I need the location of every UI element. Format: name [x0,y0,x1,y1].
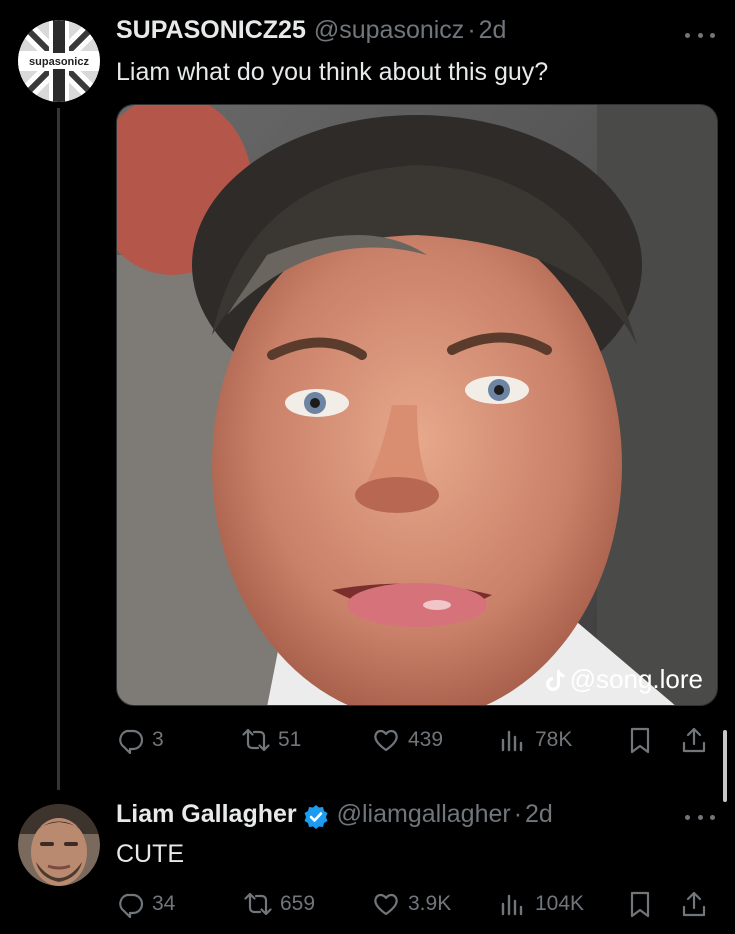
views-button[interactable]: 104K [499,886,584,922]
svg-text:supasonicz: supasonicz [29,56,89,68]
views-count: 104K [535,892,585,915]
more-options-icon[interactable] [685,30,715,40]
retweet-button[interactable]: 51 [242,722,301,758]
reply-button[interactable]: 3 [116,722,164,758]
timestamp[interactable]: 2d [525,800,553,829]
like-button[interactable]: 439 [372,722,443,758]
timestamp[interactable]: 2d [479,16,507,45]
profile-photo [18,804,100,886]
bookmark-icon [630,891,650,918]
reply-count: 3 [152,728,164,751]
like-count: 439 [408,728,444,751]
union-jack-avatar-image: supasonicz [18,20,100,102]
tweet-actions: 34 659 3.9K 104K [116,886,715,922]
reply-icon [119,729,144,754]
tweet-text: CUTE [116,840,185,868]
share-button[interactable] [680,886,708,922]
media-watermark: @song.lore [544,664,703,695]
separator-dot: · [513,800,523,828]
tweet-header: SUPASONICZ25 @supasonicz · 2d [116,16,715,50]
reply-button[interactable]: 34 [116,886,175,922]
tweet-media-image[interactable]: @song.lore [116,104,718,706]
like-count: 3.9K [408,892,452,915]
tweet-header: Liam Gallagher @liamgallagher · 2d [116,800,715,834]
handle[interactable]: @supasonicz [314,16,464,45]
share-icon [682,727,706,753]
views-icon [501,894,523,916]
like-button[interactable]: 3.9K [372,886,451,922]
more-options-icon[interactable] [685,812,715,822]
bookmark-button[interactable] [626,722,654,758]
views-icon [501,730,523,752]
heart-icon [374,893,398,916]
tweet[interactable]: Liam Gallagher @liamgallagher · 2d CUTE … [0,790,735,934]
retweet-icon [244,892,272,916]
display-name[interactable]: Liam Gallagher [116,800,297,829]
selfie-photo [117,105,717,705]
verified-badge-icon [304,805,328,829]
retweet-count: 659 [280,892,316,915]
avatar[interactable]: supasonicz [18,20,100,102]
retweet-button[interactable]: 659 [244,886,315,922]
avatar[interactable] [18,804,100,886]
tweet-text: Liam what do you think about this guy? [116,58,549,86]
share-icon [682,891,706,917]
heart-icon [374,729,398,752]
tweet-actions: 3 51 439 78K [116,722,715,758]
watermark-text: @song.lore [569,664,703,694]
bookmark-button[interactable] [626,886,654,922]
reply-count: 34 [152,892,176,915]
views-count: 78K [535,728,573,751]
tiktok-icon [545,669,565,691]
share-button[interactable] [680,722,708,758]
tweet[interactable]: supasonicz SUPASONICZ25 @supasonicz · 2d… [0,0,735,770]
retweet-icon [242,728,270,752]
views-button[interactable]: 78K [499,722,572,758]
handle[interactable]: @liamgallagher [337,800,511,829]
reply-icon [119,893,144,918]
retweet-count: 51 [278,728,302,751]
display-name[interactable]: SUPASONICZ25 [116,16,306,45]
separator-dot: · [467,16,476,44]
bookmark-icon [630,727,650,754]
tweet-thread: supasonicz SUPASONICZ25 @supasonicz · 2d… [0,0,735,934]
